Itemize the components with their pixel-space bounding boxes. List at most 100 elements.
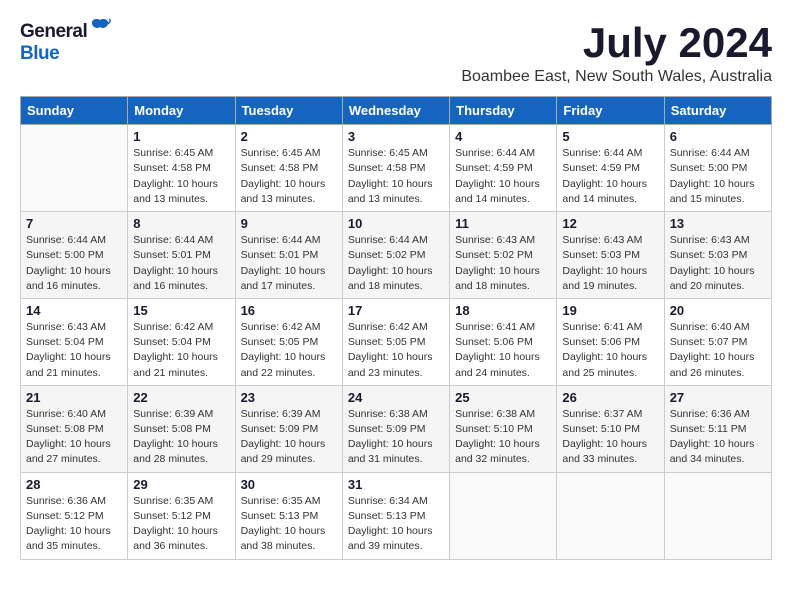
- day-info: Sunrise: 6:44 AM Sunset: 5:02 PM Dayligh…: [348, 233, 444, 294]
- calendar-cell: [664, 472, 771, 559]
- day-info: Sunrise: 6:40 AM Sunset: 5:07 PM Dayligh…: [670, 320, 766, 381]
- day-info: Sunrise: 6:42 AM Sunset: 5:05 PM Dayligh…: [348, 320, 444, 381]
- header-cell-saturday: Saturday: [664, 97, 771, 125]
- day-number: 24: [348, 390, 444, 405]
- calendar-cell: 14Sunrise: 6:43 AM Sunset: 5:04 PM Dayli…: [21, 298, 128, 385]
- calendar-cell: 15 Sunrise: 6:42 AM Sunset: 5:04 PM Dayli…: [128, 298, 235, 385]
- calendar-cell: 26Sunrise: 6:37 AM Sunset: 5:10 PM Dayli…: [557, 385, 664, 472]
- calendar-cell: 31 Sunrise: 6:34 AM Sunset: 5:13 PM Dayli…: [342, 472, 449, 559]
- day-info: Sunrise: 6:43 AM Sunset: 5:02 PM Dayligh…: [455, 233, 551, 294]
- calendar-cell: 21 Sunrise: 6:40 AM Sunset: 5:08 PM Dayli…: [21, 385, 128, 472]
- day-info: Sunrise: 6:44 AM Sunset: 5:00 PM Dayligh…: [670, 146, 766, 207]
- day-info: Sunrise: 6:38 AM Sunset: 5:10 PM Dayligh…: [455, 407, 551, 468]
- day-info: Sunrise: 6:43 AM Sunset: 5:04 PM Dayligh…: [26, 320, 122, 381]
- day-number: 11: [455, 216, 551, 231]
- day-number: 1: [133, 129, 229, 144]
- day-info: Sunrise: 6:45 AM Sunset: 4:58 PM Dayligh…: [348, 146, 444, 207]
- day-number: 3: [348, 129, 444, 144]
- logo-bird-icon: [89, 16, 111, 43]
- day-info: Sunrise: 6:36 AM Sunset: 5:11 PM Dayligh…: [670, 407, 766, 468]
- day-info: Sunrise: 6:42 AM Sunset: 5:04 PM Dayligh…: [133, 320, 229, 381]
- calendar-cell: [21, 125, 128, 212]
- calendar-cell: 2 Sunrise: 6:45 AM Sunset: 4:58 PM Daylig…: [235, 125, 342, 212]
- day-number: 7: [26, 216, 122, 231]
- calendar-cell: 4 Sunrise: 6:44 AM Sunset: 4:59 PM Daylig…: [450, 125, 557, 212]
- header-cell-sunday: Sunday: [21, 97, 128, 125]
- calendar-cell: 27 Sunrise: 6:36 AM Sunset: 5:11 PM Dayli…: [664, 385, 771, 472]
- calendar-cell: 18Sunrise: 6:41 AM Sunset: 5:06 PM Dayli…: [450, 298, 557, 385]
- calendar-cell: 6Sunrise: 6:44 AM Sunset: 5:00 PM Daylig…: [664, 125, 771, 212]
- day-number: 13: [670, 216, 766, 231]
- calendar-cell: [557, 472, 664, 559]
- day-info: Sunrise: 6:45 AM Sunset: 4:58 PM Dayligh…: [133, 146, 229, 207]
- day-number: 25: [455, 390, 551, 405]
- day-number: 5: [562, 129, 658, 144]
- calendar-cell: 1 Sunrise: 6:45 AM Sunset: 4:58 PM Daylig…: [128, 125, 235, 212]
- day-info: Sunrise: 6:44 AM Sunset: 5:01 PM Dayligh…: [241, 233, 337, 294]
- calendar-cell: 25 Sunrise: 6:38 AM Sunset: 5:10 PM Dayli…: [450, 385, 557, 472]
- calendar-cell: 28 Sunrise: 6:36 AM Sunset: 5:12 PM Dayli…: [21, 472, 128, 559]
- day-info: Sunrise: 6:36 AM Sunset: 5:12 PM Dayligh…: [26, 494, 122, 555]
- day-info: Sunrise: 6:44 AM Sunset: 5:00 PM Dayligh…: [26, 233, 122, 294]
- logo-general: General: [20, 21, 87, 43]
- calendar-cell: 11 Sunrise: 6:43 AM Sunset: 5:02 PM Dayli…: [450, 212, 557, 299]
- day-info: Sunrise: 6:44 AM Sunset: 4:59 PM Dayligh…: [455, 146, 551, 207]
- day-info: Sunrise: 6:38 AM Sunset: 5:09 PM Dayligh…: [348, 407, 444, 468]
- calendar-cell: 8 Sunrise: 6:44 AM Sunset: 5:01 PM Daylig…: [128, 212, 235, 299]
- header-cell-thursday: Thursday: [450, 97, 557, 125]
- calendar-cell: [450, 472, 557, 559]
- calendar-cell: 24 Sunrise: 6:38 AM Sunset: 5:09 PM Dayli…: [342, 385, 449, 472]
- day-number: 4: [455, 129, 551, 144]
- calendar-cell: 30 Sunrise: 6:35 AM Sunset: 5:13 PM Dayli…: [235, 472, 342, 559]
- calendar-cell: 3 Sunrise: 6:45 AM Sunset: 4:58 PM Daylig…: [342, 125, 449, 212]
- day-number: 28: [26, 477, 122, 492]
- calendar-cell: 29Sunrise: 6:35 AM Sunset: 5:12 PM Dayli…: [128, 472, 235, 559]
- day-number: 23: [241, 390, 337, 405]
- day-number: 2: [241, 129, 337, 144]
- day-info: Sunrise: 6:42 AM Sunset: 5:05 PM Dayligh…: [241, 320, 337, 381]
- location-title: Boambee East, New South Wales, Australia: [461, 68, 772, 86]
- logo-blue: Blue: [20, 43, 59, 65]
- day-number: 17: [348, 303, 444, 318]
- day-number: 15: [133, 303, 229, 318]
- day-info: Sunrise: 6:41 AM Sunset: 5:06 PM Dayligh…: [562, 320, 658, 381]
- header-cell-tuesday: Tuesday: [235, 97, 342, 125]
- day-number: 21: [26, 390, 122, 405]
- day-info: Sunrise: 6:45 AM Sunset: 4:58 PM Dayligh…: [241, 146, 337, 207]
- calendar-cell: 12Sunrise: 6:43 AM Sunset: 5:03 PM Dayli…: [557, 212, 664, 299]
- day-number: 18: [455, 303, 551, 318]
- day-info: Sunrise: 6:40 AM Sunset: 5:08 PM Dayligh…: [26, 407, 122, 468]
- calendar-week-row: 7 Sunrise: 6:44 AM Sunset: 5:00 PM Daylig…: [21, 212, 772, 299]
- calendar-week-row: 28 Sunrise: 6:36 AM Sunset: 5:12 PM Dayli…: [21, 472, 772, 559]
- calendar-table: SundayMondayTuesdayWednesdayThursdayFrid…: [20, 96, 772, 559]
- header-cell-friday: Friday: [557, 97, 664, 125]
- day-number: 27: [670, 390, 766, 405]
- title-area: July 2024 Boambee East, New South Wales,…: [461, 20, 772, 86]
- day-info: Sunrise: 6:35 AM Sunset: 5:13 PM Dayligh…: [241, 494, 337, 555]
- day-number: 31: [348, 477, 444, 492]
- day-info: Sunrise: 6:39 AM Sunset: 5:09 PM Dayligh…: [241, 407, 337, 468]
- calendar-header-row: SundayMondayTuesdayWednesdayThursdayFrid…: [21, 97, 772, 125]
- calendar-cell: 23 Sunrise: 6:39 AM Sunset: 5:09 PM Dayli…: [235, 385, 342, 472]
- header-cell-wednesday: Wednesday: [342, 97, 449, 125]
- day-number: 9: [241, 216, 337, 231]
- header-cell-monday: Monday: [128, 97, 235, 125]
- day-number: 30: [241, 477, 337, 492]
- day-info: Sunrise: 6:44 AM Sunset: 5:01 PM Dayligh…: [133, 233, 229, 294]
- calendar-week-row: 14Sunrise: 6:43 AM Sunset: 5:04 PM Dayli…: [21, 298, 772, 385]
- day-number: 29: [133, 477, 229, 492]
- calendar-cell: 22Sunrise: 6:39 AM Sunset: 5:08 PM Dayli…: [128, 385, 235, 472]
- calendar-cell: 20Sunrise: 6:40 AM Sunset: 5:07 PM Dayli…: [664, 298, 771, 385]
- day-info: Sunrise: 6:34 AM Sunset: 5:13 PM Dayligh…: [348, 494, 444, 555]
- calendar-cell: 10Sunrise: 6:44 AM Sunset: 5:02 PM Dayli…: [342, 212, 449, 299]
- day-info: Sunrise: 6:44 AM Sunset: 4:59 PM Dayligh…: [562, 146, 658, 207]
- calendar-week-row: 21 Sunrise: 6:40 AM Sunset: 5:08 PM Dayli…: [21, 385, 772, 472]
- calendar-cell: 13 Sunrise: 6:43 AM Sunset: 5:03 PM Dayli…: [664, 212, 771, 299]
- day-number: 8: [133, 216, 229, 231]
- calendar-cell: 16Sunrise: 6:42 AM Sunset: 5:05 PM Dayli…: [235, 298, 342, 385]
- calendar-cell: 17 Sunrise: 6:42 AM Sunset: 5:05 PM Dayli…: [342, 298, 449, 385]
- day-number: 22: [133, 390, 229, 405]
- day-info: Sunrise: 6:43 AM Sunset: 5:03 PM Dayligh…: [670, 233, 766, 294]
- day-info: Sunrise: 6:37 AM Sunset: 5:10 PM Dayligh…: [562, 407, 658, 468]
- day-number: 19: [562, 303, 658, 318]
